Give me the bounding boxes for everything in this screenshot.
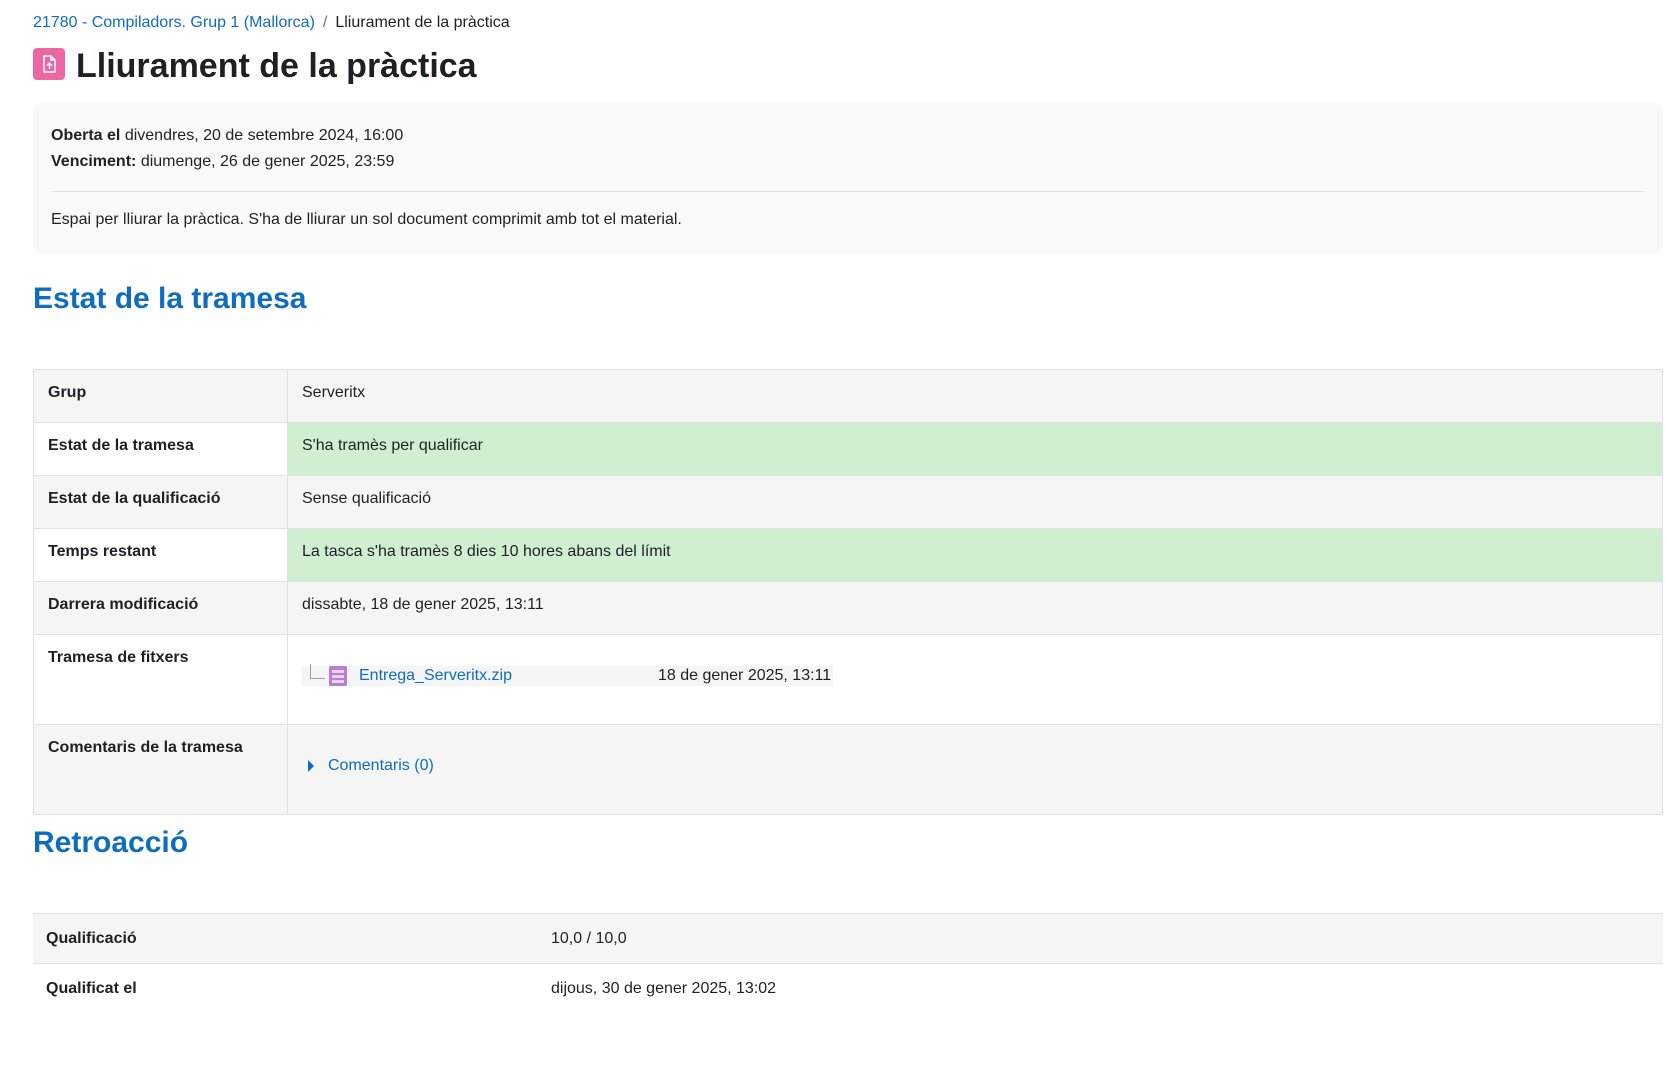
table-row-grading-status: Estat de la qualificació Sense qualifica… [33,475,1663,529]
due-date-label: Venciment: [51,153,137,170]
submission-status-heading: Estat de la tramesa [33,282,307,315]
grading-status-label: Estat de la qualificació [33,475,288,529]
time-remaining-value: La tasca s'ha tramès 8 dies 10 hores aba… [287,528,1663,582]
breadcrumb-separator: / [322,14,328,31]
table-row-grade: Qualificació 10,0 / 10,0 [33,913,1663,964]
due-date-value: diumenge, 26 de gener 2025, 23:59 [140,153,395,170]
table-row-file-submissions: Tramesa de fitxers Entrega_Serveritx.zip… [33,634,1663,725]
opened-date-label: Oberta el [51,127,121,144]
submission-comments-cell: Comentaris (0) [287,724,1663,815]
table-row-submission-comments: Comentaris de la tramesa Comentaris (0) [33,724,1663,815]
file-submissions-label: Tramesa de fitxers [33,634,288,725]
activity-description: Espai per lliurar la pràctica. S'ha de l… [51,211,682,228]
table-row-time-remaining: Temps restant La tasca s'ha tramès 8 die… [33,528,1663,582]
breadcrumb: 21780 - Compiladors. Grup 1 (Mallorca) / L… [33,12,510,34]
grading-status-value: Sense qualificació [287,475,1663,529]
grade-value: 10,0 / 10,0 [538,913,1663,964]
submission-comments-label: Comentaris de la tramesa [33,724,288,815]
activity-dates-box: Oberta el divendres, 20 de setembre 2024… [33,103,1663,253]
file-item: Entrega_Serveritx.zip 18 de gener 2025, … [302,663,834,686]
file-download-link[interactable]: Entrega_Serveritx.zip [359,667,512,685]
page-title: Lliurament de la pràctica [76,47,477,85]
opened-date: Oberta el divendres, 20 de setembre 2024… [51,123,1645,149]
comments-toggle[interactable]: Comentaris (0) [302,757,434,775]
breadcrumb-current: Lliurament de la pràctica [335,14,510,31]
table-row-submission-status: Estat de la tramesa S'ha tramès per qual… [33,422,1663,476]
submission-status-value: S'ha tramès per qualificar [287,422,1663,476]
zip-file-icon [329,666,347,686]
feedback-heading: Retroacció [33,826,189,859]
grade-label: Qualificació [33,913,538,964]
graded-on-label: Qualificat el [33,963,538,1014]
submission-status-table: Grup Serveritx Estat de la tramesa S'ha … [33,369,1663,815]
caret-right-icon [308,760,314,772]
table-row-last-modified: Darrera modificació dissabte, 18 de gene… [33,581,1663,635]
graded-on-value: dijous, 30 de gener 2025, 13:02 [538,963,1663,1014]
breadcrumb-course-link[interactable]: 21780 - Compiladors. Grup 1 (Mallorca) [33,14,315,31]
submission-status-label: Estat de la tramesa [33,422,288,476]
divider [51,191,1645,192]
last-modified-label: Darrera modificació [33,581,288,635]
opened-date-value: divendres, 20 de setembre 2024, 16:00 [124,127,404,144]
feedback-table: Qualificació 10,0 / 10,0 Qualificat el d… [33,913,1663,1014]
group-label: Grup [33,369,288,423]
group-value: Serveritx [287,369,1663,423]
file-date: 18 de gener 2025, 13:11 [657,667,832,684]
due-date: Venciment: diumenge, 26 de gener 2025, 2… [51,149,1645,175]
tree-connector-icon [310,663,325,679]
assignment-icon [33,48,65,80]
page-header: Lliurament de la pràctica [33,47,477,85]
file-submissions-cell: Entrega_Serveritx.zip 18 de gener 2025, … [287,634,1663,725]
comments-link-label: Comentaris (0) [328,757,434,774]
last-modified-value: dissabte, 18 de gener 2025, 13:11 [287,581,1663,635]
table-row-group: Grup Serveritx [33,369,1663,423]
table-row-graded-on: Qualificat el dijous, 30 de gener 2025, … [33,963,1663,1014]
time-remaining-label: Temps restant [33,528,288,582]
